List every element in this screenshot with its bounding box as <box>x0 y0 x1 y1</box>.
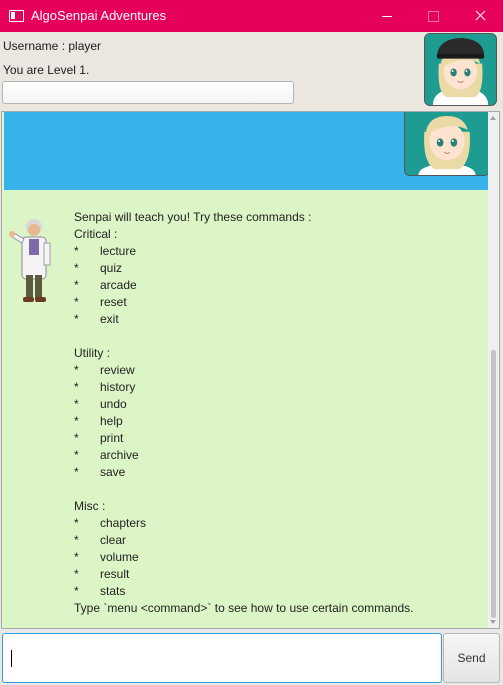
section-heading-utility: Utility : <box>74 346 110 360</box>
list-item: * stats <box>74 584 126 598</box>
list-item: * print <box>74 431 124 445</box>
list-item: * exit <box>74 312 119 326</box>
list-item: * save <box>74 465 126 479</box>
list-item: * lecture <box>74 244 137 258</box>
section-heading-critical: Critical : <box>74 227 118 241</box>
text-caret <box>11 650 12 667</box>
close-button[interactable] <box>457 0 503 32</box>
list-item: * chapters <box>74 516 147 530</box>
user-avatar-icon <box>424 33 497 106</box>
username-label: Username : player <box>3 39 102 53</box>
list-item: * undo <box>74 397 127 411</box>
title-bar: AlgoSenpai Adventures <box>0 0 503 32</box>
scroll-up-arrow-icon[interactable] <box>490 116 496 120</box>
list-item: * clear <box>74 533 127 547</box>
list-item: * arcade <box>74 278 137 292</box>
section-heading-misc: Misc : <box>74 499 106 513</box>
maximize-button[interactable] <box>410 0 456 32</box>
scroll-down-arrow-icon[interactable] <box>490 620 496 624</box>
footer-line: Type `menu <command>` to see how to use … <box>74 601 414 615</box>
list-item: * review <box>74 363 135 377</box>
window-title: AlgoSenpai Adventures <box>31 8 167 23</box>
scrollbar-thumb[interactable] <box>491 350 496 618</box>
user-avatar-icon <box>404 112 490 176</box>
bot-message-row: Senpai will teach you! Try these command… <box>4 190 488 628</box>
professor-avatar-icon <box>8 217 58 307</box>
chat-scroll-pane[interactable]: Senpai will teach you! Try these command… <box>1 111 500 629</box>
list-item: * reset <box>74 295 127 309</box>
list-item: * quiz <box>74 261 123 275</box>
user-message-bubble <box>4 112 490 190</box>
message-input[interactable] <box>2 633 442 683</box>
bot-message-text: Senpai will teach you! Try these command… <box>74 209 484 617</box>
level-label: You are Level 1. <box>3 63 90 77</box>
list-item: * help <box>74 414 123 428</box>
send-button[interactable]: Send <box>443 633 500 683</box>
level-progress-bar <box>2 81 294 104</box>
minimize-button[interactable] <box>364 0 410 32</box>
list-item: * archive <box>74 448 139 462</box>
input-bar: Send <box>0 630 503 685</box>
list-item: * history <box>74 380 136 394</box>
vertical-scrollbar[interactable] <box>488 112 499 628</box>
app-window-icon <box>9 10 24 22</box>
intro-line: Senpai will teach you! Try these command… <box>74 210 312 224</box>
list-item: * result <box>74 567 130 581</box>
list-item: * volume <box>74 550 139 564</box>
